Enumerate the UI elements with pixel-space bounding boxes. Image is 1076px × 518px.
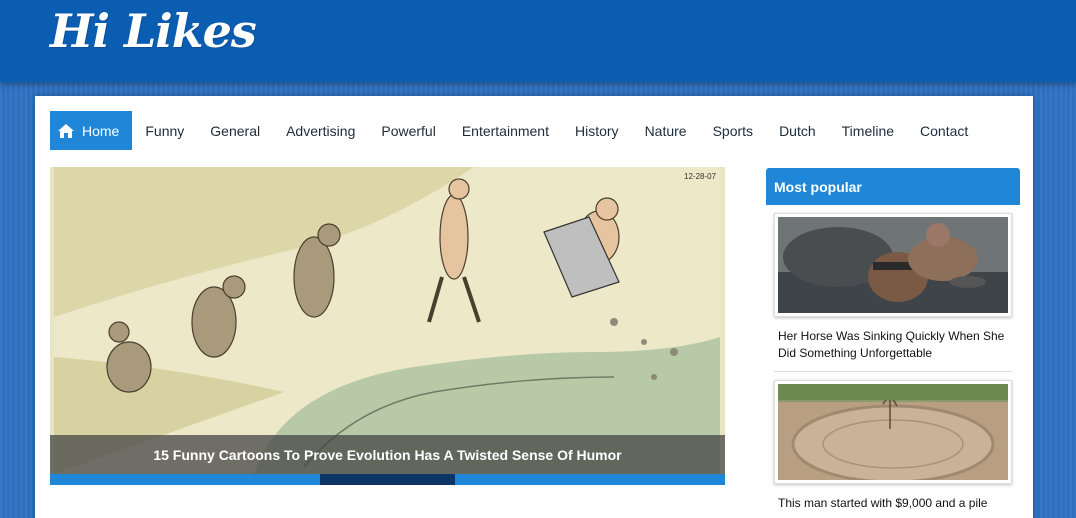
nav-item-sports[interactable]: Sports: [700, 111, 766, 150]
slide-indicator-4[interactable]: [455, 474, 590, 485]
evolution-cartoon-image[interactable]: 12-28-07: [54, 167, 720, 474]
nav-item-advertising[interactable]: Advertising: [273, 111, 368, 150]
slide-indicator-2[interactable]: [185, 474, 320, 485]
horse-mud-image: [778, 217, 1008, 313]
most-popular-sidebar: Most popular Her Horse Was Sinking Quick…: [766, 168, 1020, 518]
nav-item-history[interactable]: History: [562, 111, 632, 150]
slide-indicator-1[interactable]: [50, 474, 185, 485]
slide-indicator-5[interactable]: [590, 474, 725, 485]
nav-item-contact[interactable]: Contact: [907, 111, 981, 150]
popular-item[interactable]: Her Horse Was Sinking Quickly When She D…: [766, 205, 1020, 372]
main-content-panel: Home Funny General Advertising Powerful …: [35, 96, 1033, 518]
nav-item-powerful[interactable]: Powerful: [368, 111, 448, 150]
dirt-circle-image: [778, 384, 1008, 480]
popular-thumbnail[interactable]: [774, 213, 1012, 317]
site-logo[interactable]: Hi Likes: [50, 4, 257, 58]
featured-slider[interactable]: 12-28-07 15 Funny Cartoons To Prove Evol…: [50, 167, 725, 485]
slider-pagination: [50, 474, 725, 485]
nav-item-nature[interactable]: Nature: [632, 111, 700, 150]
nav-item-home[interactable]: Home: [50, 111, 133, 150]
nav-item-label: Home: [82, 122, 120, 139]
slide-indicator-3-active[interactable]: [320, 474, 455, 485]
nav-item-timeline[interactable]: Timeline: [829, 111, 907, 150]
sidebar-heading: Most popular: [766, 168, 1020, 205]
popular-item[interactable]: This man started with $9,000 and a pile: [766, 372, 1020, 518]
cartoon-date: 12-28-07: [684, 172, 717, 181]
slide-caption[interactable]: 15 Funny Cartoons To Prove Evolution Has…: [50, 435, 725, 474]
home-icon: [58, 123, 74, 138]
nav-item-general[interactable]: General: [197, 111, 273, 150]
popular-item-title[interactable]: Her Horse Was Sinking Quickly When She D…: [774, 317, 1012, 372]
top-header: Hi Likes: [0, 0, 1076, 82]
popular-thumbnail[interactable]: [774, 380, 1012, 484]
nav-item-dutch[interactable]: Dutch: [766, 111, 829, 150]
nav-item-entertainment[interactable]: Entertainment: [449, 111, 562, 150]
popular-item-title[interactable]: This man started with $9,000 and a pile: [774, 484, 1012, 518]
main-nav: Home Funny General Advertising Powerful …: [50, 111, 981, 150]
nav-item-funny[interactable]: Funny: [132, 111, 197, 150]
